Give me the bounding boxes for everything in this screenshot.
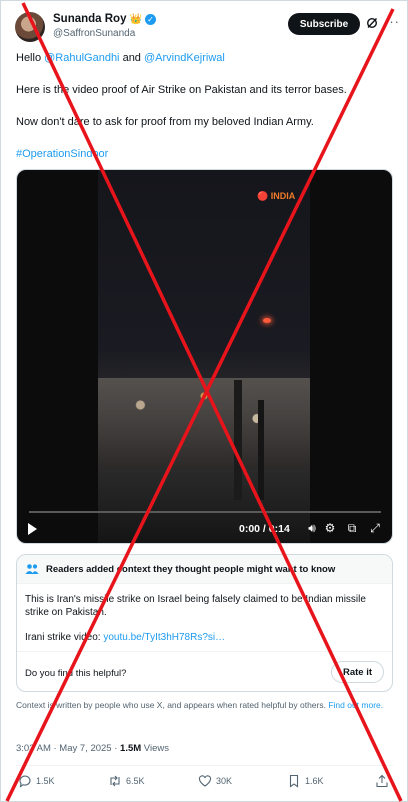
community-note: Readers added context they thought peopl… xyxy=(16,554,393,692)
tweet-line-3: Now don't dare to ask for proof from my … xyxy=(16,116,314,128)
source-link[interactable]: youtu.be/TyIt3hH78Rs?si… xyxy=(103,632,225,643)
note-divider xyxy=(17,651,392,652)
video-frame xyxy=(98,170,310,543)
tweet-and: and xyxy=(119,52,144,64)
share-button[interactable] xyxy=(375,774,389,788)
like-button[interactable]: 30K xyxy=(198,774,232,788)
tweet-body: Hello @RahulGandhi and @ArvindKejriwal H… xyxy=(16,51,394,179)
views-label: Views xyxy=(141,743,169,754)
mention-link-2[interactable]: @ArvindKejriwal xyxy=(144,52,225,64)
people-icon xyxy=(25,564,39,574)
post-time[interactable]: 3:03 AM · May 7, 2025 · xyxy=(16,743,120,754)
author-display-name[interactable]: Sunanda Roy xyxy=(53,13,126,25)
community-note-text: This is Iran's missile strike on Israel … xyxy=(25,594,366,618)
foreground-post xyxy=(234,380,242,500)
context-footer: Context is written by people who use X, … xyxy=(16,700,388,711)
action-bar: 1.5K 6.5K 30K 1.6K xyxy=(16,774,393,792)
source-label: Irani strike video: xyxy=(25,632,104,643)
community-note-body: This is Iran's missile strike on Israel … xyxy=(25,593,385,644)
tweet-line-2: Here is the video proof of Air Strike on… xyxy=(16,84,347,96)
foreground-post-2 xyxy=(258,400,264,500)
tweet-greeting: Hello xyxy=(16,52,45,64)
crown-emoji: 👑 xyxy=(129,13,142,25)
tweet-line-1: Hello @RahulGandhi and @ArvindKejriwal xyxy=(16,51,394,66)
author-handle[interactable]: @SaffronSunanda xyxy=(53,28,135,39)
channel-logo: 🔴 INDIA xyxy=(257,191,296,201)
settings-gear-icon[interactable]: ⚙ xyxy=(323,521,337,535)
verified-badge-icon: ✓ xyxy=(144,13,156,25)
community-note-source: Irani strike video: youtu.be/TyIt3hH78Rs… xyxy=(25,631,385,644)
context-footer-text: Context is written by people who use X, … xyxy=(16,700,329,710)
reply-button[interactable]: 1.5K xyxy=(18,774,55,788)
video-time: 0:00 / 0:14 xyxy=(239,523,290,535)
heart-icon xyxy=(198,775,212,787)
repost-count: 6.5K xyxy=(126,776,145,786)
more-icon[interactable]: ··· xyxy=(384,14,400,29)
community-note-header: Readers added context they thought peopl… xyxy=(17,555,392,584)
community-note-title: Readers added context they thought peopl… xyxy=(46,563,336,575)
video-controls: 0:00 / 0:14 🔊︎ ⚙ ⧉ ⤢ xyxy=(17,520,392,540)
hashtag-link[interactable]: #OperationSindoor xyxy=(16,147,394,162)
reply-count: 1.5K xyxy=(36,776,55,786)
helpful-question: Do you find this helpful? xyxy=(25,668,127,679)
missile-glow xyxy=(263,318,271,323)
mention-link-1[interactable]: @RahulGandhi xyxy=(44,52,119,64)
actions-divider xyxy=(16,765,393,766)
play-icon[interactable] xyxy=(28,523,37,535)
city-lights xyxy=(98,378,310,468)
fullscreen-icon[interactable]: ⤢ xyxy=(368,521,382,535)
tweet-header: Sunanda Roy 👑 ✓ @SaffronSunanda Subscrib… xyxy=(15,12,399,44)
tweet-card: Sunanda Roy 👑 ✓ @SaffronSunanda Subscrib… xyxy=(0,0,408,802)
bookmark-button[interactable]: 1.6K xyxy=(287,774,324,788)
bookmark-count: 1.6K xyxy=(305,776,324,786)
like-count: 30K xyxy=(216,776,233,786)
author-name-row[interactable]: Sunanda Roy 👑 ✓ xyxy=(53,13,156,25)
share-icon xyxy=(376,774,388,788)
volume-icon[interactable]: 🔊︎ xyxy=(305,521,319,535)
bookmark-icon xyxy=(289,774,299,788)
find-out-more-link[interactable]: Find out more. xyxy=(328,700,383,710)
video-progress-bar[interactable] xyxy=(29,511,381,513)
grok-icon[interactable] xyxy=(366,17,378,29)
repost-button[interactable]: 6.5K xyxy=(108,774,145,788)
rate-it-button[interactable]: Rate it xyxy=(331,661,384,683)
video-player[interactable]: 🔴 INDIA 0:00 / 0:14 🔊︎ ⚙ ⧉ ⤢ xyxy=(16,169,393,544)
subscribe-button[interactable]: Subscribe xyxy=(288,13,360,35)
reply-icon xyxy=(19,775,31,788)
repost-icon xyxy=(110,775,120,787)
tweet-timestamp: 3:03 AM · May 7, 2025 · 1.5M Views xyxy=(16,743,169,754)
views-count: 1.5M xyxy=(120,743,142,754)
picture-in-picture-icon[interactable]: ⧉ xyxy=(345,521,359,535)
avatar[interactable] xyxy=(15,12,45,42)
